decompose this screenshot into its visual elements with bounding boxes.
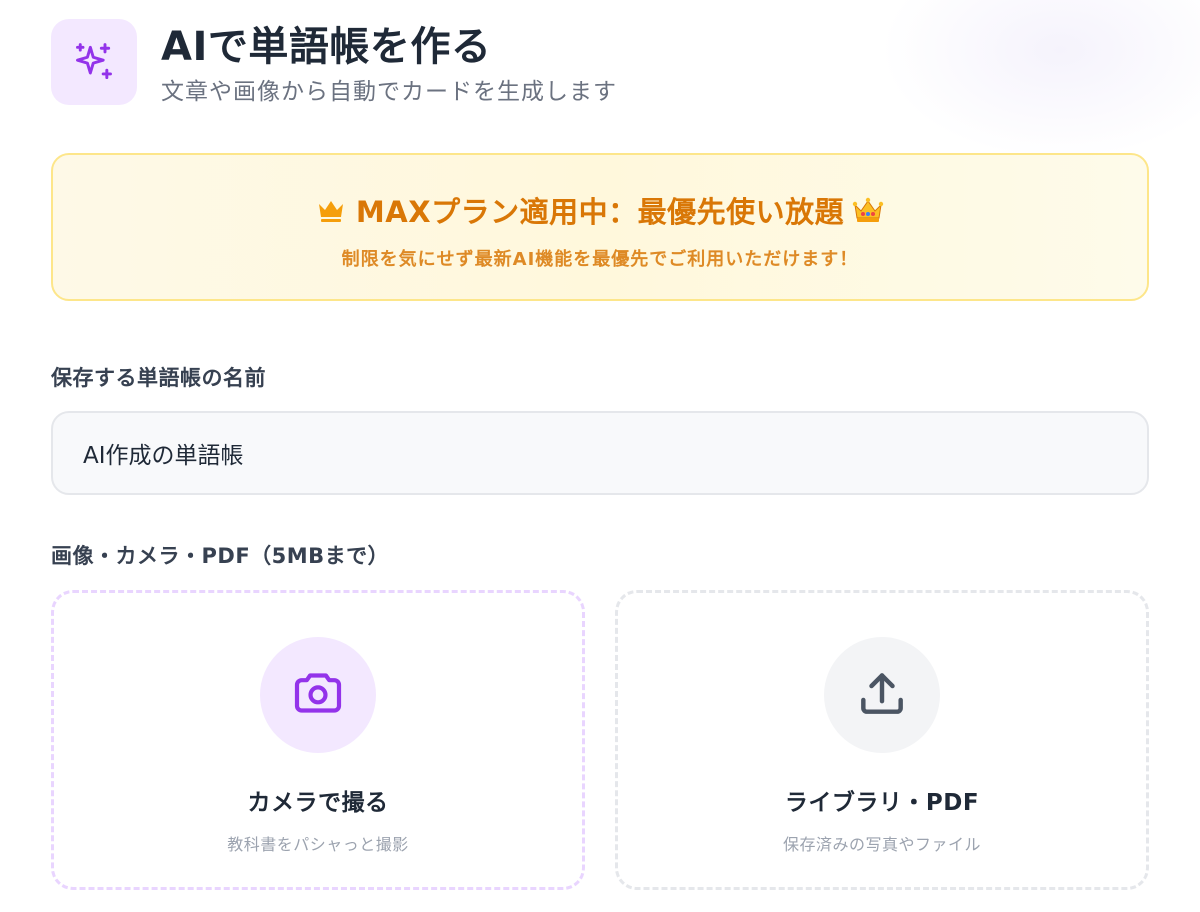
page-subtitle: 文章や画像から自動でカードを生成します xyxy=(161,79,617,105)
banner-title-row: MAXプラン適用中：最優先使い放題 xyxy=(53,189,1147,231)
library-card-subtitle: 保存済みの写真やファイル xyxy=(782,835,981,854)
camera-card-subtitle: 教科書をパシャっと撮影 xyxy=(227,835,409,854)
page-title: AIで単語帳を作る xyxy=(161,24,492,70)
camera-card-title: カメラで撮る xyxy=(247,790,389,816)
background-glow xyxy=(880,0,1200,160)
upload-section-label: 画像・カメラ・PDF（5MBまで） xyxy=(51,544,390,568)
camera-icon xyxy=(290,665,346,725)
upload-icon xyxy=(854,665,910,725)
sparkles-icon xyxy=(51,19,137,105)
ai-wordbook-page: AIで単語帳を作る 文章や画像から自動でカードを生成します MAXプラン適用中：… xyxy=(0,0,1200,912)
camera-capture-button[interactable]: カメラで撮る 教科書をパシャっと撮影 xyxy=(51,590,585,890)
camera-icon-circle xyxy=(260,637,376,753)
crown-emoji-icon xyxy=(852,196,884,224)
wordbook-name-input[interactable] xyxy=(51,411,1149,495)
banner-title: MAXプラン適用中：最優先使い放題 xyxy=(355,195,845,229)
page-header: AIで単語帳を作る 文章や画像から自動でカードを生成します xyxy=(51,19,617,109)
library-pdf-button[interactable]: ライブラリ・PDF 保存済みの写真やファイル xyxy=(615,590,1149,890)
library-card-title: ライブラリ・PDF xyxy=(784,790,980,816)
header-text: AIで単語帳を作る 文章や画像から自動でカードを生成します xyxy=(161,21,617,109)
banner-subtitle: 制限を気にせず最新AI機能を最優先でご利用いただけます！ xyxy=(341,249,859,270)
crown-icon xyxy=(316,197,346,223)
max-plan-banner: MAXプラン適用中：最優先使い放題 制限を気にせず最新AI機能を最優先でご利用い… xyxy=(51,153,1149,301)
wordbook-name-label: 保存する単語帳の名前 xyxy=(51,366,266,390)
upload-icon-circle xyxy=(824,637,940,753)
